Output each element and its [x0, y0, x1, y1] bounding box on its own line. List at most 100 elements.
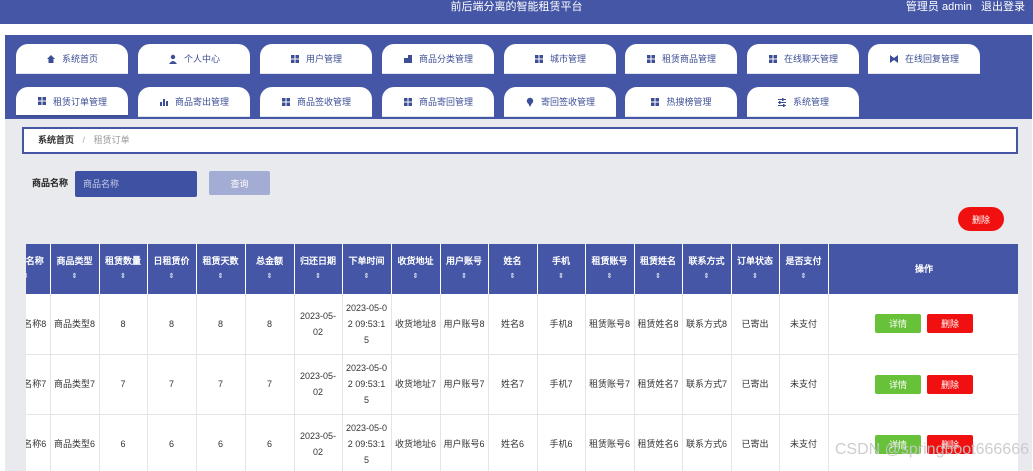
table-cell: 手机6: [537, 414, 586, 471]
table-cell: 8: [147, 294, 197, 355]
sort-icon[interactable]: ⇕: [100, 270, 147, 283]
table-cell: 8: [99, 294, 148, 355]
nav-tab-row1-1[interactable]: 个人中心: [138, 44, 250, 74]
nav-tab-label: 热搜榜管理: [666, 97, 712, 107]
sort-icon[interactable]: ⇕: [295, 270, 342, 283]
column-header[interactable]: 总金额 ⇕: [245, 244, 295, 294]
sort-icon[interactable]: ⇕: [635, 270, 682, 283]
column-header[interactable]: 用户账号 ⇕: [440, 244, 489, 294]
nav-tab-label: 商品分类管理: [418, 54, 473, 64]
detail-button[interactable]: 详情: [875, 314, 921, 334]
nav-tab-label: 系统管理: [792, 97, 829, 107]
grid-icon: [281, 97, 291, 107]
nav-tab-row2-4[interactable]: 寄回签收管理: [504, 87, 616, 117]
table-cell: 2023-05-02 09:53:15: [342, 294, 392, 355]
column-header[interactable]: 是否支付 ⇕: [779, 244, 829, 294]
content-area: 系统首页 / 租赁订单 商品名称 查询 删除 商品名称⇕商品类型⇕租赁数量⇕日租…: [5, 119, 1032, 471]
user-icon: [168, 54, 178, 64]
nav-tab-row2-3[interactable]: 商品寄回管理: [382, 87, 494, 117]
nav-tab-label: 寄回签收管理: [540, 97, 595, 107]
nav-tab-row1-3[interactable]: 商品分类管理: [382, 44, 494, 74]
table-cell: 未支付: [779, 414, 829, 471]
sort-icon[interactable]: ⇕: [246, 270, 294, 283]
column-header[interactable]: 归还日期 ⇕: [294, 244, 343, 294]
sort-icon[interactable]: ⇕: [441, 270, 488, 283]
sort-icon[interactable]: ⇕: [732, 270, 779, 283]
table-cell: 商品类型6: [50, 414, 100, 471]
table-cell: 6: [147, 414, 197, 471]
logout-link[interactable]: 退出登录: [981, 1, 1025, 13]
table-cell: 商品名称6: [26, 414, 51, 471]
nav-tab-label: 个人中心: [183, 54, 220, 64]
table-cell: 姓名7: [488, 354, 538, 415]
breadcrumb-separator: /: [82, 135, 86, 145]
breadcrumb-current: 租赁订单: [93, 135, 130, 145]
nav-tab-row1-4[interactable]: 城市管理: [504, 44, 616, 74]
table-cell: 用户账号7: [440, 354, 489, 415]
table-row: 商品名称8商品类型888882023-05-022023-05-02 09:53…: [26, 294, 1018, 355]
column-header[interactable]: 租赁数量 ⇕: [99, 244, 148, 294]
nav-tab-label: 商品签收管理: [296, 97, 351, 107]
sort-icon[interactable]: ⇕: [197, 270, 245, 283]
column-header[interactable]: 租赁天数 ⇕: [196, 244, 246, 294]
grid-icon: [403, 97, 413, 107]
query-button[interactable]: 查询: [209, 171, 270, 195]
nav-tab-row1-5[interactable]: 租赁商品管理: [625, 44, 737, 74]
main-nav: 系统首页 个人中心 用户管理 商品分类管理 城市管理 租赁商品管理 在线聊天管理 在线回复管理…: [5, 35, 1032, 119]
nav-tab-row2-1[interactable]: 商品寄出管理: [138, 87, 250, 117]
table-row: 商品名称7商品类型777772023-05-022023-05-02 09:53…: [26, 354, 1018, 415]
sort-icon[interactable]: ⇕: [489, 270, 537, 283]
nav-tab-row1-7[interactable]: 在线回复管理: [868, 44, 980, 74]
column-header-label: 是否支付: [785, 256, 822, 266]
sort-icon[interactable]: ⇕: [148, 270, 196, 283]
nav-tab-row2-2[interactable]: 商品签收管理: [260, 87, 372, 117]
user-area: 管理员 admin 退出登录: [900, 0, 1025, 15]
nav-tab-row1-2[interactable]: 用户管理: [260, 44, 372, 74]
column-header-label: 联系方式: [688, 256, 725, 266]
bar-chart-icon: [159, 97, 169, 107]
column-header[interactable]: 日租赁价 ⇕: [147, 244, 197, 294]
column-header[interactable]: 下单时间 ⇕: [342, 244, 392, 294]
table-cell: 2023-05-02: [294, 294, 343, 355]
sort-icon[interactable]: ⇕: [586, 270, 634, 283]
column-header[interactable]: 商品名称 ⇕: [26, 244, 51, 294]
column-header[interactable]: 订单状态 ⇕: [731, 244, 780, 294]
delete-button[interactable]: 删除: [927, 314, 973, 334]
column-header[interactable]: 收货地址 ⇕: [391, 244, 441, 294]
table-cell: 8: [245, 294, 295, 355]
nav-tab-row1-6[interactable]: 在线聊天管理: [747, 44, 859, 74]
nav-tab-row2-0[interactable]: 租赁订单管理: [16, 87, 128, 117]
column-header[interactable]: 手机 ⇕: [537, 244, 586, 294]
sort-icon[interactable]: ⇕: [683, 270, 731, 283]
detail-button[interactable]: 详情: [875, 374, 921, 394]
nav-tab-row2-5[interactable]: 热搜榜管理: [625, 87, 737, 117]
column-header[interactable]: 商品类型 ⇕: [50, 244, 100, 294]
column-header[interactable]: 租赁姓名 ⇕: [634, 244, 683, 294]
column-header[interactable]: 联系方式 ⇕: [682, 244, 732, 294]
table-cell: 已寄出: [731, 294, 780, 355]
table-cell: 6: [245, 414, 295, 471]
column-header[interactable]: 姓名 ⇕: [488, 244, 538, 294]
column-header[interactable]: 租赁账号 ⇕: [585, 244, 635, 294]
nav-tab-row1-0[interactable]: 系统首页: [16, 44, 128, 74]
table-cell: 商品名称8: [26, 294, 51, 355]
table-cell: 姓名6: [488, 414, 538, 471]
breadcrumb-home[interactable]: 系统首页: [38, 135, 74, 145]
column-header-label: 租赁姓名: [639, 256, 676, 266]
row-actions: 详情 删除: [828, 294, 1018, 355]
sort-icon[interactable]: ⇕: [392, 270, 440, 283]
sort-icon[interactable]: ⇕: [26, 270, 50, 283]
search-input[interactable]: [75, 171, 197, 197]
table-cell: 7: [245, 354, 295, 415]
batch-delete-button[interactable]: 删除: [958, 207, 1004, 231]
orders-table-container[interactable]: 商品名称⇕商品类型⇕租赁数量⇕日租赁价⇕租赁天数⇕总金额⇕归还日期⇕下单时间⇕收…: [26, 244, 1018, 471]
column-header-label: 归还日期: [299, 256, 336, 266]
sort-icon[interactable]: ⇕: [780, 270, 828, 283]
column-header-label: 手机: [551, 256, 570, 266]
sort-icon[interactable]: ⇕: [51, 270, 99, 283]
sort-icon[interactable]: ⇕: [343, 270, 391, 283]
table-cell: 已寄出: [731, 354, 780, 415]
delete-button[interactable]: 删除: [927, 374, 973, 394]
nav-tab-row2-6[interactable]: 系统管理: [747, 87, 859, 117]
sort-icon[interactable]: ⇕: [538, 270, 585, 283]
